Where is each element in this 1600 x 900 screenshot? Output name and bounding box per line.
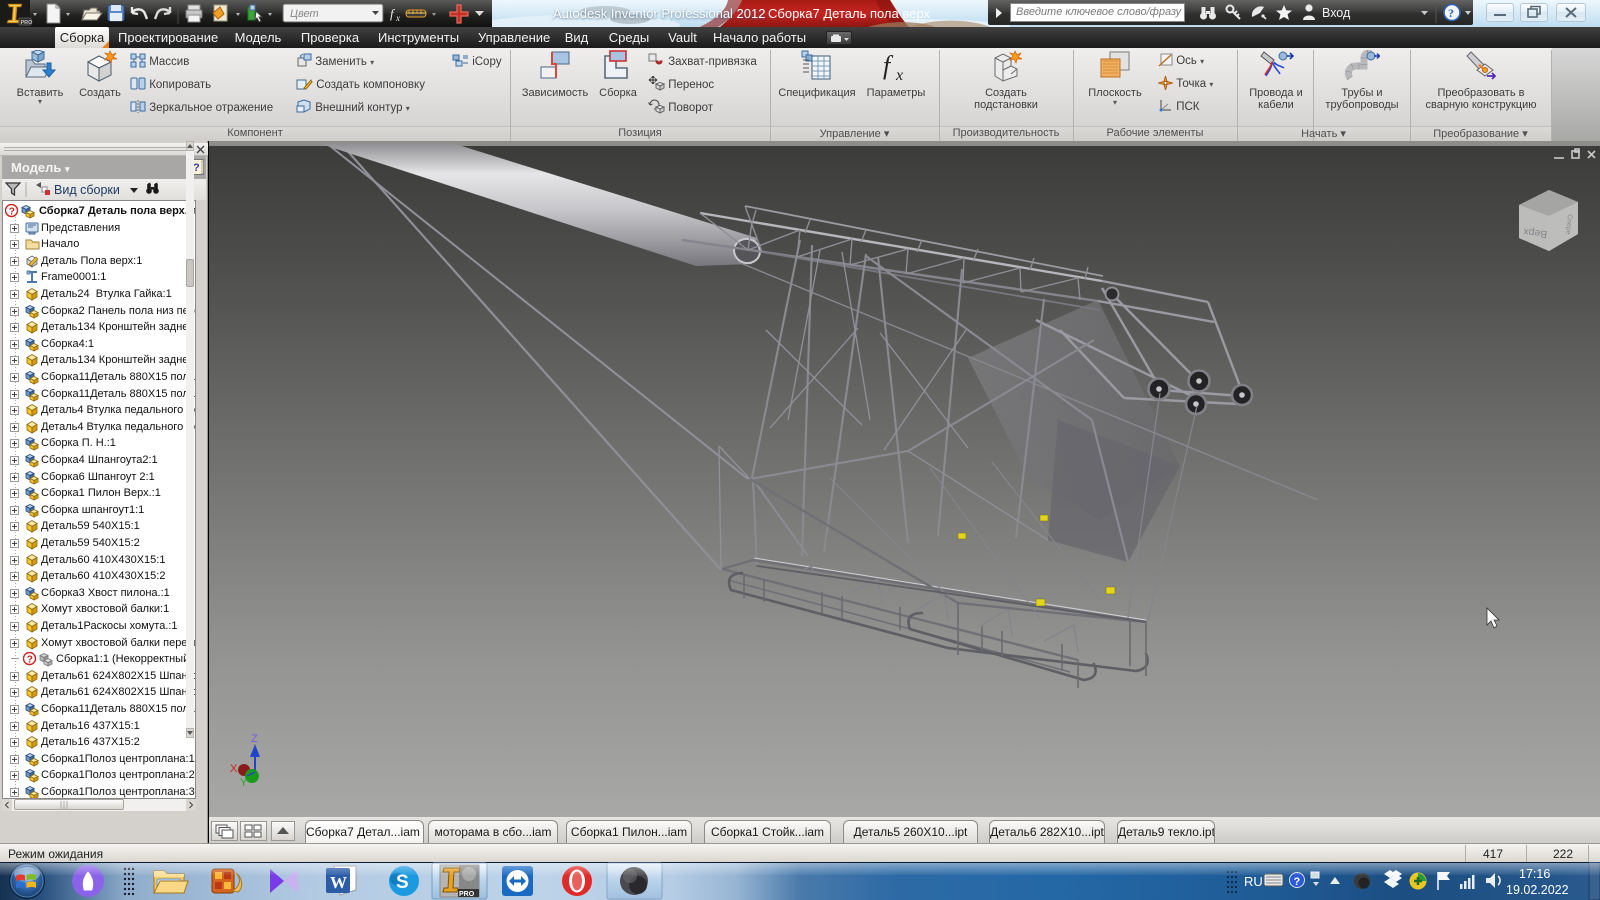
svg-text:Верх: Верх (1522, 226, 1548, 241)
svg-text:X: X (230, 763, 238, 775)
svg-text:f: f (883, 51, 894, 80)
svg-text:W: W (330, 873, 347, 892)
svg-text:Z: Z (251, 733, 258, 745)
svg-text:?: ? (193, 162, 200, 174)
svg-text:PRO: PRO (21, 20, 34, 26)
svg-text:?: ? (1448, 6, 1454, 20)
svg-text:Вход: Вход (1322, 6, 1351, 20)
svg-text:Вид сборки: Вид сборки (54, 183, 120, 197)
svg-text:x: x (395, 13, 400, 23)
svg-text:17:16: 17:16 (1519, 867, 1550, 881)
svg-text:S: S (396, 872, 409, 893)
svg-text:19.02.2022: 19.02.2022 (1506, 883, 1569, 897)
svg-text:?: ? (1294, 876, 1301, 888)
svg-text:Цвет: Цвет (290, 8, 319, 20)
svg-text:RU: RU (1244, 874, 1263, 889)
svg-text:Y: Y (240, 777, 248, 789)
svg-text:x: x (895, 67, 903, 82)
svg-text:PRO: PRO (459, 891, 475, 898)
